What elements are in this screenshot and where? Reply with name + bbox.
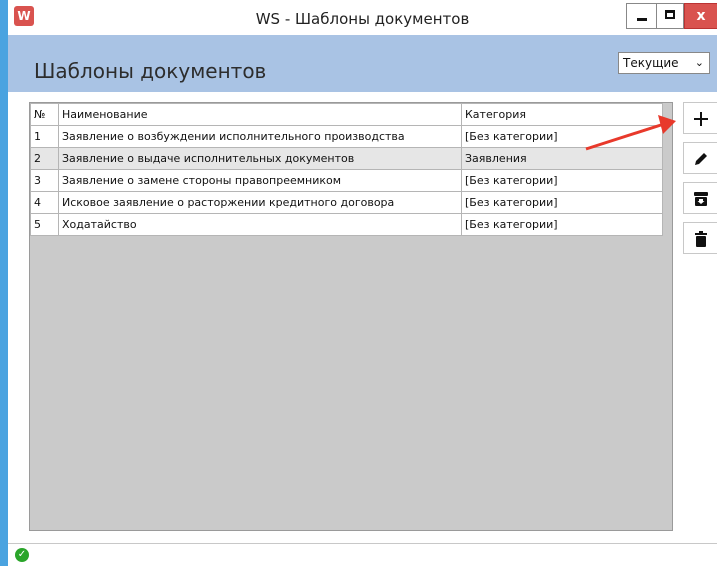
title-bar[interactable]: W WS - Шаблоны документов x — [8, 0, 717, 35]
cell-name: Исковое заявление о расторжении кредитно… — [58, 191, 462, 214]
filter-select[interactable]: Текущие ⌄ — [618, 52, 710, 74]
close-button[interactable]: x — [684, 3, 717, 29]
window-title: WS - Шаблоны документов — [255, 10, 470, 28]
delete-button[interactable] — [683, 222, 717, 254]
page-title: Шаблоны документов — [34, 59, 267, 83]
cell-category: Заявления — [461, 147, 663, 170]
cell-category: [Без категории] — [461, 169, 663, 192]
minimize-icon — [637, 18, 647, 21]
cell-num: 2 — [30, 147, 59, 170]
templates-table: № Наименование Категория 1 Заявление о в… — [30, 103, 663, 236]
table-header-row: № Наименование Категория — [30, 103, 663, 126]
add-button[interactable] — [683, 102, 717, 134]
cell-category: [Без категории] — [461, 213, 663, 236]
maximize-icon — [665, 10, 675, 19]
table-row[interactable]: 3 Заявление о замене стороны правопреемн… — [30, 169, 663, 192]
page-header: Шаблоны документов Текущие ⌄ — [8, 35, 717, 92]
status-bar: ✓ — [8, 543, 717, 566]
table-row[interactable]: 4 Исковое заявление о расторжении кредит… — [30, 191, 663, 214]
minimize-button[interactable] — [626, 3, 656, 29]
check-icon: ✓ — [15, 548, 29, 562]
cell-num: 5 — [30, 213, 59, 236]
app-window: W WS - Шаблоны документов x Шаблоны доку… — [0, 0, 717, 566]
column-header-name[interactable]: Наименование — [58, 103, 462, 126]
column-header-category[interactable]: Категория — [461, 103, 663, 126]
cell-category: [Без категории] — [461, 125, 663, 148]
cell-category: [Без категории] — [461, 191, 663, 214]
trash-icon — [694, 231, 707, 247]
column-header-num[interactable]: № — [30, 103, 59, 126]
pencil-icon — [694, 153, 707, 165]
archive-button[interactable] — [683, 182, 717, 214]
edit-button[interactable] — [683, 142, 717, 174]
cell-num: 1 — [30, 125, 59, 148]
cell-name: Заявление о выдаче исполнительных докуме… — [58, 147, 462, 170]
cell-num: 3 — [30, 169, 59, 192]
cell-name: Ходатайство — [58, 213, 462, 236]
archive-icon — [693, 192, 708, 206]
chevron-down-icon: ⌄ — [694, 56, 704, 69]
table-row[interactable]: 2 Заявление о выдаче исполнительных доку… — [30, 147, 663, 170]
plus-icon — [693, 112, 708, 126]
cell-name: Заявление о замене стороны правопреемник… — [58, 169, 462, 192]
table-row[interactable]: 1 Заявление о возбуждении исполнительног… — [30, 125, 663, 148]
filter-select-value: Текущие — [623, 56, 679, 70]
cell-num: 4 — [30, 191, 59, 214]
table-row[interactable]: 5 Ходатайство [Без категории] — [30, 213, 663, 236]
cell-name: Заявление о возбуждении исполнительного … — [58, 125, 462, 148]
templates-grid[interactable]: № Наименование Категория 1 Заявление о в… — [29, 102, 673, 531]
maximize-button[interactable] — [656, 3, 684, 29]
